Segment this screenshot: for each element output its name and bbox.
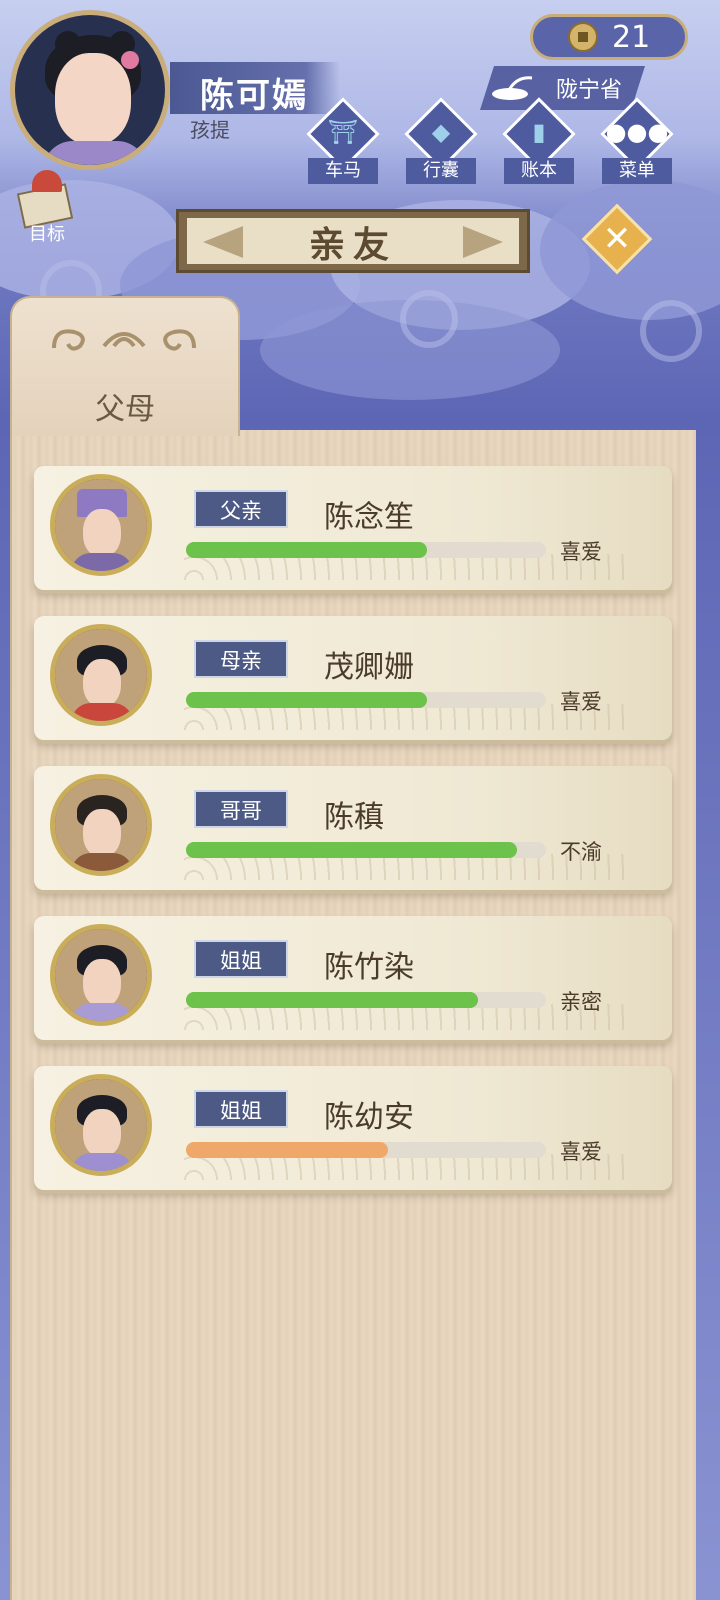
relation-tag: 哥哥 — [194, 790, 288, 828]
affinity-bar — [186, 842, 546, 858]
avatar-hair-bun — [55, 31, 81, 57]
relative-card[interactable]: 母亲 茂卿姗 喜爱 — [34, 616, 672, 740]
relative-mood: 喜爱 — [560, 540, 602, 564]
affinity-bar — [186, 542, 546, 558]
tab-parents-label: 父母 — [95, 392, 155, 427]
relative-portrait — [50, 624, 152, 726]
nav-ledger-button[interactable]: ▮ 账本 — [496, 97, 582, 184]
nav-label: 菜单 — [602, 158, 672, 184]
goal-label: 目标 — [29, 224, 65, 245]
swirl-decoration — [640, 300, 702, 362]
nav-menu-button[interactable]: ●●● 菜单 — [594, 97, 680, 184]
nav-carriage-button[interactable]: ⛩ 车马 — [300, 97, 386, 184]
avatar-face — [55, 53, 131, 145]
affinity-bar — [186, 692, 546, 708]
relative-mood: 喜爱 — [560, 1140, 602, 1164]
coin-counter[interactable] — [530, 14, 688, 60]
game-screen: 陈可嫣 孩提 21 陇宁省 ⛩ 车马 ◆ 行囊 ▮ 账本 ●●● 菜单 目标 亲… — [0, 0, 720, 1600]
relative-portrait — [50, 1074, 152, 1176]
player-name: 陈可嫣 — [200, 76, 308, 116]
cloud-ornament-icon — [52, 329, 196, 351]
nav-bag-button[interactable]: ◆ 行囊 — [398, 97, 484, 184]
coin-icon — [568, 22, 598, 52]
carriage-icon: ⛩ — [327, 118, 359, 146]
relative-portrait — [50, 774, 152, 876]
menu-dots-icon: ●●● — [605, 118, 669, 146]
player-avatar[interactable] — [10, 10, 170, 170]
relative-card[interactable]: 父亲 陈念笙 喜爱 — [34, 466, 672, 590]
bag-icon: ◆ — [431, 118, 451, 146]
relation-tag: 母亲 — [194, 640, 288, 678]
affinity-bar-fill — [186, 692, 428, 708]
relative-card[interactable]: 姐姐 陈幼安 喜爱 — [34, 1066, 672, 1190]
affinity-bar — [186, 1142, 546, 1158]
relative-name: 陈幼安 — [324, 1100, 414, 1135]
relation-tag: 姐姐 — [194, 940, 288, 978]
fan-icon — [32, 170, 62, 192]
affinity-bar — [186, 992, 546, 1008]
player-title: 孩提 — [190, 118, 230, 142]
relative-name: 陈念笙 — [324, 500, 414, 535]
relative-mood: 喜爱 — [560, 690, 602, 714]
portrait-face — [83, 959, 121, 1007]
relation-tag: 父亲 — [194, 490, 288, 528]
relative-name: 陈竹染 — [324, 950, 414, 985]
nav-label: 车马 — [308, 158, 378, 184]
portrait-face — [83, 509, 121, 557]
relative-card[interactable]: 哥哥 陈稹 不渝 — [34, 766, 672, 890]
nav-label: 行囊 — [406, 158, 476, 184]
nav-label: 账本 — [504, 158, 574, 184]
relative-card[interactable]: 姐姐 陈竹染 亲密 — [34, 916, 672, 1040]
relative-mood: 亲密 — [560, 990, 602, 1014]
coin-value: 21 — [612, 20, 651, 55]
portrait-robe — [71, 703, 133, 721]
affinity-bar-fill — [186, 542, 428, 558]
portrait-robe — [71, 1153, 133, 1171]
close-icon[interactable]: ✕ — [592, 214, 642, 264]
page-title: 亲友 — [308, 225, 397, 266]
affinity-bar-fill — [186, 842, 518, 858]
avatar-flower — [121, 51, 139, 69]
affinity-bar-fill — [186, 1142, 388, 1158]
portrait-robe — [71, 853, 133, 871]
relative-portrait — [50, 474, 152, 576]
portrait-face — [83, 659, 121, 707]
relative-name: 陈稹 — [324, 800, 384, 835]
affinity-bar-fill — [186, 992, 478, 1008]
location-name: 陇宁省 — [556, 78, 623, 103]
relation-tag: 姐姐 — [194, 1090, 288, 1128]
avatar-robe — [43, 141, 147, 165]
portrait-robe — [71, 1003, 133, 1021]
portrait-face — [83, 1109, 121, 1157]
ledger-icon: ▮ — [532, 118, 546, 146]
relative-name: 茂卿姗 — [324, 650, 414, 685]
ink-stone-icon — [492, 76, 533, 100]
portrait-face — [83, 809, 121, 857]
swirl-decoration — [400, 290, 458, 348]
relative-portrait — [50, 924, 152, 1026]
portrait-robe — [71, 553, 133, 571]
goal-button[interactable]: 目标 — [12, 168, 82, 248]
relative-mood: 不渝 — [560, 840, 602, 864]
